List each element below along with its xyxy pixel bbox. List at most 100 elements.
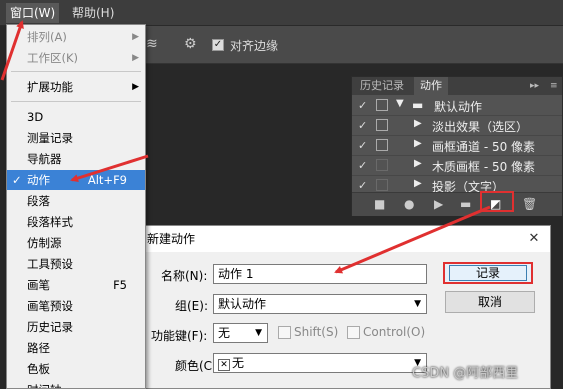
shift-label: Shift(S) [294, 325, 339, 339]
action-row[interactable]: ✓ ▶ 淡出效果（选区） [352, 116, 562, 136]
menu-item-arrange[interactable]: 排列(A) ▶ [7, 27, 145, 47]
action-label: 木质画框 - 50 像素 [432, 160, 536, 174]
menu-divider [11, 71, 141, 72]
function-key-select[interactable]: 无 ▼ [213, 323, 268, 343]
trash-icon[interactable]: 🗑 [522, 197, 537, 211]
menu-divider [11, 101, 141, 102]
menu-item-label: 排列(A) [27, 30, 67, 44]
menu-item-label: 扩展功能 [27, 80, 73, 94]
menu-item-paragraph-styles[interactable]: 段落样式 [7, 212, 145, 232]
panel-menu-icon[interactable]: ≡ [544, 77, 563, 95]
menu-item-clone-source[interactable]: 仿制源 [7, 233, 145, 253]
expand-triangle-icon[interactable]: ▼ [396, 98, 404, 109]
action-set-label: 默认动作 [434, 100, 483, 114]
color-select[interactable]: ✕ 无 ▼ [213, 353, 427, 373]
gear-icon[interactable]: ⚙ [184, 36, 197, 52]
watermark: CSDN @阿部西里 [412, 366, 519, 381]
submenu-arrow-icon: ▶ [132, 82, 139, 92]
dialog-toggle-icon[interactable] [376, 179, 388, 191]
window-menu-dropdown: 排列(A) ▶ 工作区(K) ▶ 扩展功能 ▶ 3D 测量记录 导航器 ✓ 动作… [6, 24, 146, 389]
menu-item-brush[interactable]: 画笔 F5 [7, 275, 145, 295]
shift-checkbox[interactable] [278, 326, 291, 339]
name-label: 名称(N): [161, 269, 208, 283]
menu-item-brush-presets[interactable]: 画笔预设 [7, 296, 145, 316]
control-checkbox[interactable] [347, 326, 360, 339]
record-button[interactable]: 记录 [443, 262, 533, 284]
menu-item-swatches[interactable]: 色板 [7, 359, 145, 379]
actions-panel: 历史记录 动作 ▸▸ ≡ ✓ ▼ ▬ 默认动作 ✓ ▶ 淡出效果（选区） ✓ ▶… [351, 76, 563, 216]
dialog-toggle-icon[interactable] [376, 119, 388, 131]
folder-icon: ▬ [412, 98, 424, 112]
align-edges-label: 对齐边缘 [230, 39, 279, 53]
menu-item-workspace[interactable]: 工作区(K) ▶ [7, 48, 145, 68]
function-key-label: 功能键(F): [151, 329, 208, 343]
toggle-check-icon[interactable]: ✓ [358, 159, 370, 172]
record-button-label: 记录 [449, 265, 527, 281]
check-icon: ✓ [12, 173, 22, 187]
dialog-toggle-icon[interactable] [376, 99, 388, 111]
tab-actions[interactable]: 动作 [414, 77, 448, 95]
submenu-arrow-icon: ▶ [132, 53, 139, 63]
menu-item-tool-presets[interactable]: 工具预设 [7, 254, 145, 274]
menu-item-shortcut: Alt+F9 [87, 173, 127, 187]
menu-item-paragraph[interactable]: 段落 [7, 191, 145, 211]
chevron-down-icon: ▼ [414, 299, 421, 309]
expand-triangle-icon[interactable]: ▶ [414, 158, 422, 169]
align-edges-checkbox[interactable]: ✓ [212, 39, 224, 51]
folder-icon[interactable]: ▬ [460, 197, 471, 211]
name-input[interactable]: 动作 1 [213, 264, 427, 284]
record-icon[interactable]: ● [404, 197, 414, 211]
menu-item-measurement-log[interactable]: 测量记录 [7, 128, 145, 148]
menu-item-shortcut: F5 [113, 278, 127, 292]
toggle-check-icon[interactable]: ✓ [358, 99, 370, 112]
action-row[interactable]: ✓ ▶ 投影（文字） [352, 176, 562, 194]
menu-item-history[interactable]: 历史记录 [7, 317, 145, 337]
dialog-toggle-icon[interactable] [376, 159, 388, 171]
group-select-value: 默认动作 [218, 297, 267, 311]
action-label: 画框通道 - 50 像素 [432, 140, 536, 154]
dialog-toggle-icon[interactable] [376, 139, 388, 151]
submenu-arrow-icon: ▶ [132, 32, 139, 42]
action-label: 淡出效果（选区） [432, 120, 529, 134]
menu-window[interactable]: 窗口(W) [6, 3, 60, 23]
no-color-swatch-icon: ✕ [218, 359, 230, 371]
menu-item-label: 动作 [27, 173, 50, 187]
menu-item-timeline[interactable]: 时间轴 [7, 380, 145, 388]
group-select[interactable]: 默认动作 ▼ [213, 294, 427, 314]
options-bar: ≋ ⚙ ✓ 对齐边缘 [140, 26, 563, 64]
expand-triangle-icon[interactable]: ▶ [414, 118, 422, 129]
toggle-check-icon[interactable]: ✓ [358, 119, 370, 132]
dialog-title: 新建动作 [141, 226, 550, 252]
function-key-value: 无 [218, 326, 231, 340]
menubar: 窗口(W) 帮助(H) [0, 0, 563, 26]
action-set-row[interactable]: ✓ ▼ ▬ 默认动作 [352, 96, 562, 116]
menu-item-label: 画笔 [27, 278, 50, 292]
new-action-highlight [480, 191, 514, 212]
menu-item-label: 工作区(K) [27, 51, 79, 65]
toggle-check-icon[interactable]: ✓ [358, 179, 370, 192]
menu-item-3d[interactable]: 3D [7, 107, 145, 127]
group-label: 组(E): [175, 299, 208, 313]
menu-item-navigator[interactable]: 导航器 [7, 149, 145, 169]
play-icon[interactable]: ▶ [434, 197, 443, 211]
control-label: Control(O) [363, 325, 426, 339]
close-icon[interactable]: ✕ [526, 231, 542, 247]
expand-icon[interactable]: ▸▸ [524, 77, 545, 95]
layers-icon[interactable]: ≋ [146, 36, 158, 52]
expand-triangle-icon[interactable]: ▶ [414, 178, 422, 189]
panel-footer: ■ ● ▶ ▬ ◩ 🗑 [352, 192, 562, 216]
action-row[interactable]: ✓ ▶ 画框通道 - 50 像素 [352, 136, 562, 156]
menu-item-actions[interactable]: ✓ 动作 Alt+F9 [7, 170, 145, 190]
menu-item-paths[interactable]: 路径 [7, 338, 145, 358]
expand-triangle-icon[interactable]: ▶ [414, 138, 422, 149]
menu-item-extensions[interactable]: 扩展功能 ▶ [7, 77, 145, 97]
panel-tabs: 历史记录 动作 ▸▸ ≡ [352, 77, 562, 95]
tab-history[interactable]: 历史记录 [354, 77, 410, 95]
color-select-value: 无 [232, 356, 245, 370]
toggle-check-icon[interactable]: ✓ [358, 139, 370, 152]
chevron-down-icon: ▼ [255, 328, 262, 338]
cancel-button[interactable]: 取消 [445, 291, 535, 313]
action-row[interactable]: ✓ ▶ 木质画框 - 50 像素 [352, 156, 562, 176]
menu-help[interactable]: 帮助(H) [68, 3, 118, 23]
stop-icon[interactable]: ■ [374, 197, 385, 211]
